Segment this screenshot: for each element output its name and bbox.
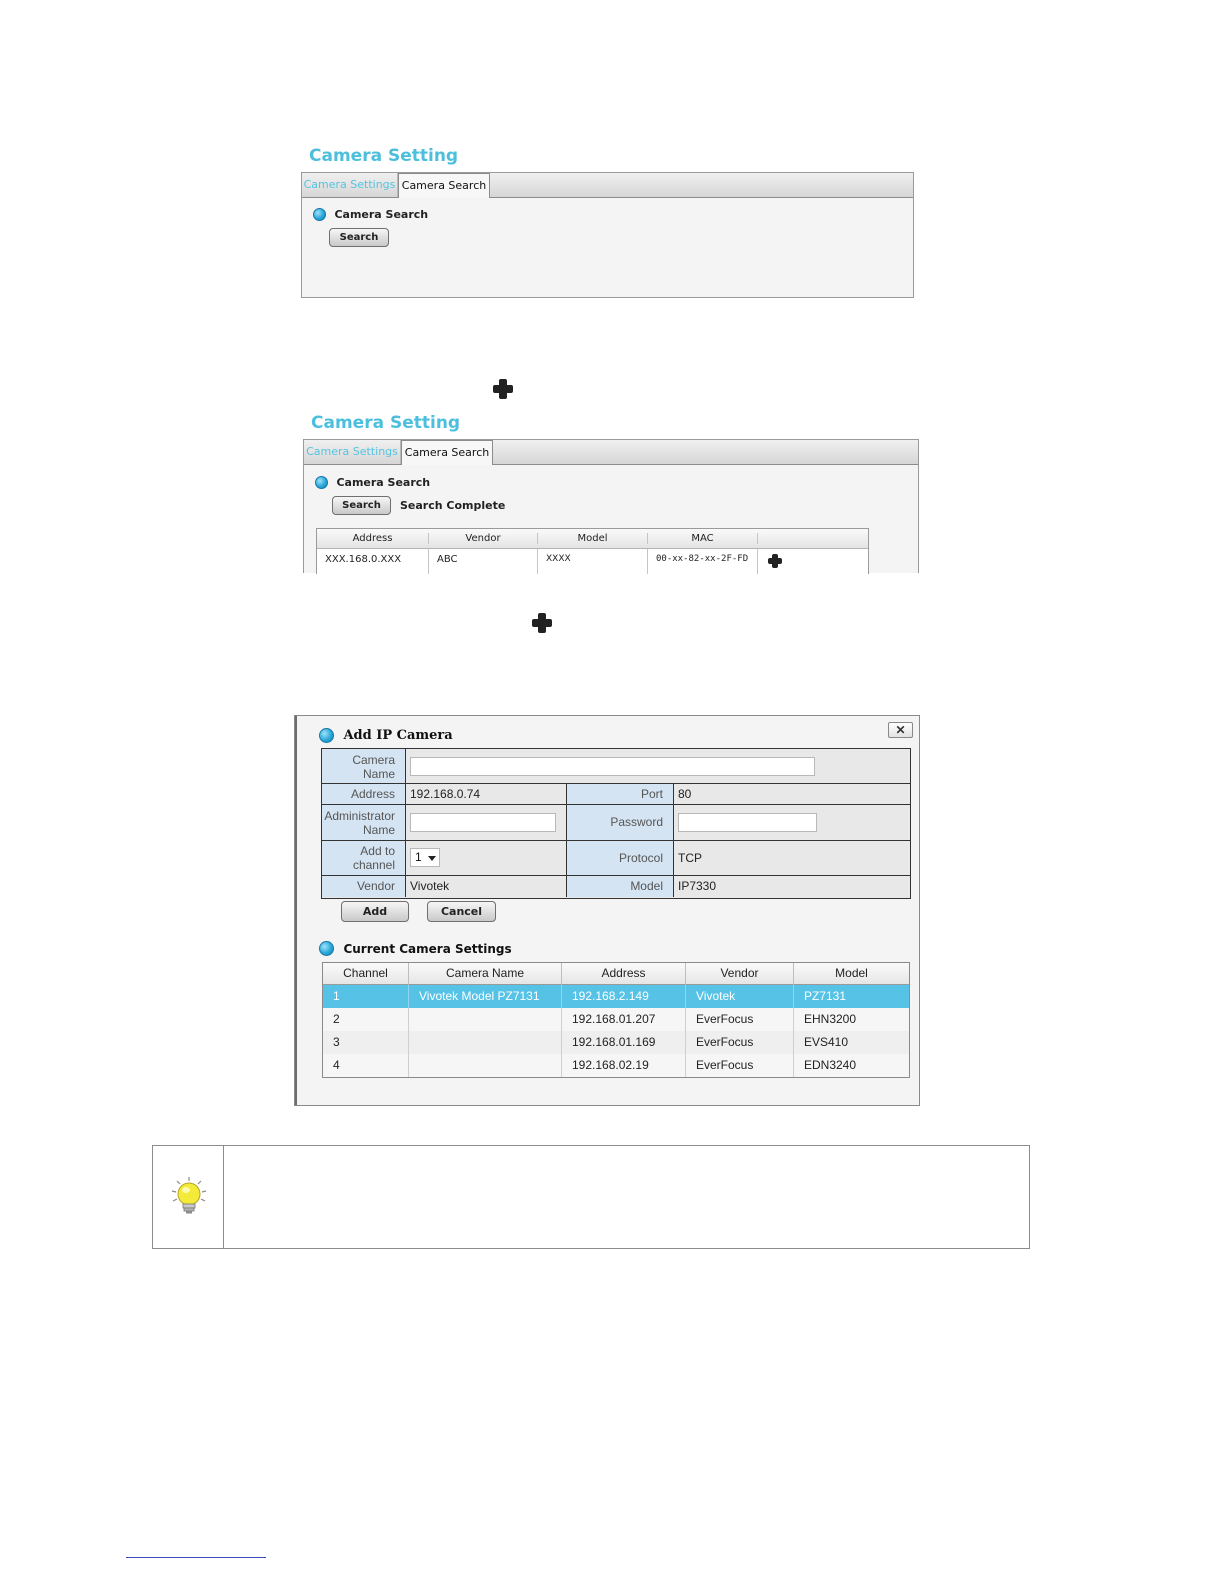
column-header: MAC	[648, 533, 758, 544]
name-cell	[409, 1031, 562, 1054]
column-header: Camera Name	[409, 963, 562, 985]
panel1-title: Camera Setting	[309, 146, 459, 166]
add-ip-camera-dialog: Add IP Camera ✕ Camera Name Address 192.…	[294, 715, 920, 1106]
bullet-icon	[313, 208, 326, 222]
model-cell: EVS410	[804, 1035, 849, 1049]
tab-camera-settings[interactable]: Camera Settings	[302, 173, 398, 197]
section-label: Camera Search	[334, 208, 429, 222]
search-button[interactable]: Search	[332, 496, 391, 515]
column-header: Model	[794, 963, 909, 985]
add-camera-form: Camera Name Address 192.168.0.74 Port 80…	[321, 748, 911, 899]
table-row[interactable]: 2 192.168.01.207 EverFocus EHN3200	[323, 1008, 909, 1031]
table-row[interactable]: 3 192.168.01.169 EverFocus EVS410	[323, 1031, 909, 1054]
address-label: Address	[322, 784, 406, 805]
vendor-cell: Vivotek	[686, 985, 794, 1008]
mac-cell: 00-xx-82-xx-2F-FD	[648, 549, 758, 574]
tip-box	[152, 1145, 1030, 1249]
tab-bar: Camera Settings Camera Search	[302, 173, 913, 198]
admin-name-input[interactable]	[410, 813, 556, 832]
camera-name-input[interactable]	[410, 757, 815, 776]
footnote-rule	[126, 1557, 266, 1558]
section-header: Camera Search	[313, 206, 428, 224]
bullet-icon	[319, 941, 334, 957]
tab-camera-search[interactable]: Camera Search	[401, 440, 493, 465]
section-label: Camera Search	[336, 476, 431, 490]
bullet-icon	[315, 476, 328, 490]
address-cell: 192.168.01.169	[562, 1031, 686, 1054]
column-header: Address	[562, 963, 686, 985]
bullet-icon	[319, 728, 334, 744]
camera-setting-panel-1: Camera Settings Camera Search Camera Sea…	[301, 172, 914, 298]
password-label: Password	[567, 805, 674, 841]
name-cell: Vivotek Model PZ7131	[409, 985, 562, 1008]
password-input[interactable]	[678, 813, 817, 832]
column-header: Channel	[323, 963, 409, 985]
vendor-cell: ABC	[429, 549, 538, 574]
table-row[interactable]: 1 Vivotek Model PZ7131 192.168.2.149 Vivote…	[323, 985, 909, 1008]
address-cell: 192.168.02.19	[562, 1054, 686, 1077]
admin-name-label: Administrator Name	[322, 805, 406, 841]
table-row[interactable]: 4 192.168.02.19 EverFocus EDN3240	[323, 1054, 909, 1077]
table-row[interactable]: XXX.168.0.XXX ABC XXXX 00-xx-82-xx-2F-FD	[317, 549, 868, 574]
vendor-label: Vendor	[322, 876, 406, 897]
channel-cell: 1	[323, 985, 409, 1008]
cancel-button[interactable]: Cancel	[427, 901, 496, 922]
channel-cell: 4	[323, 1054, 409, 1077]
column-header: Address	[317, 533, 429, 544]
search-results-table: Address Vendor Model MAC XXX.168.0.XXX A…	[316, 528, 869, 574]
address-cell: 192.168.2.149	[562, 985, 686, 1008]
model-label: Model	[567, 876, 674, 897]
plus-icon[interactable]	[767, 553, 783, 569]
camera-setting-panel-2: Camera Settings Camera Search Camera Sea…	[303, 439, 919, 574]
address-value: 192.168.0.74	[406, 784, 567, 805]
column-header: Vendor	[429, 533, 538, 544]
tab-bar: Camera Settings Camera Search	[304, 440, 918, 465]
vendor-cell: EverFocus	[686, 1031, 794, 1054]
model-cell: PZ7131	[804, 989, 847, 1003]
port-label: Port	[567, 784, 674, 805]
column-header: Model	[538, 533, 648, 544]
model-value: IP7330	[674, 876, 910, 897]
vendor-cell: EverFocus	[686, 1054, 794, 1077]
current-settings-header: Current Camera Settings	[319, 940, 512, 958]
dialog-header: Add IP Camera	[319, 727, 453, 745]
tab-camera-settings[interactable]: Camera Settings	[304, 440, 401, 464]
name-cell	[409, 1008, 562, 1031]
column-header: Vendor	[686, 963, 794, 985]
address-cell: 192.168.01.207	[562, 1008, 686, 1031]
search-button[interactable]: Search	[329, 228, 389, 247]
plus-icon	[531, 612, 553, 634]
protocol-label: Protocol	[567, 841, 674, 876]
tab-camera-search[interactable]: Camera Search	[398, 173, 490, 198]
protocol-value: TCP	[674, 841, 910, 876]
current-camera-table: Channel Camera Name Address Vendor Model…	[322, 962, 910, 1078]
model-cell: XXXX	[538, 549, 648, 574]
add-to-channel-label: Add to channel	[322, 841, 406, 876]
camera-name-label: Camera Name	[322, 749, 406, 784]
current-settings-title: Current Camera Settings	[343, 941, 512, 956]
plus-icon	[492, 378, 514, 400]
address-cell: XXX.168.0.XXX	[317, 549, 429, 574]
results-header: Address Vendor Model MAC	[317, 529, 868, 549]
channel-select-value: 1	[415, 850, 422, 864]
model-cell: EDN3240	[804, 1058, 857, 1072]
dialog-title: Add IP Camera	[343, 728, 453, 744]
close-icon[interactable]: ✕	[888, 722, 913, 738]
channel-select[interactable]: 1	[410, 848, 440, 867]
panel2-title: Camera Setting	[311, 413, 461, 433]
name-cell	[409, 1054, 562, 1077]
tip-divider	[223, 1146, 224, 1248]
add-button[interactable]: Add	[341, 901, 409, 922]
model-cell: EHN3200	[804, 1012, 857, 1026]
port-value: 80	[674, 784, 910, 805]
vendor-cell: EverFocus	[686, 1008, 794, 1031]
channel-cell: 3	[323, 1031, 409, 1054]
chevron-down-icon	[428, 856, 436, 861]
lightbulb-icon	[171, 1177, 207, 1214]
channel-cell: 2	[323, 1008, 409, 1031]
search-status: Search Complete	[400, 499, 506, 512]
section-header: Camera Search	[315, 474, 430, 492]
vendor-value: Vivotek	[406, 876, 567, 897]
